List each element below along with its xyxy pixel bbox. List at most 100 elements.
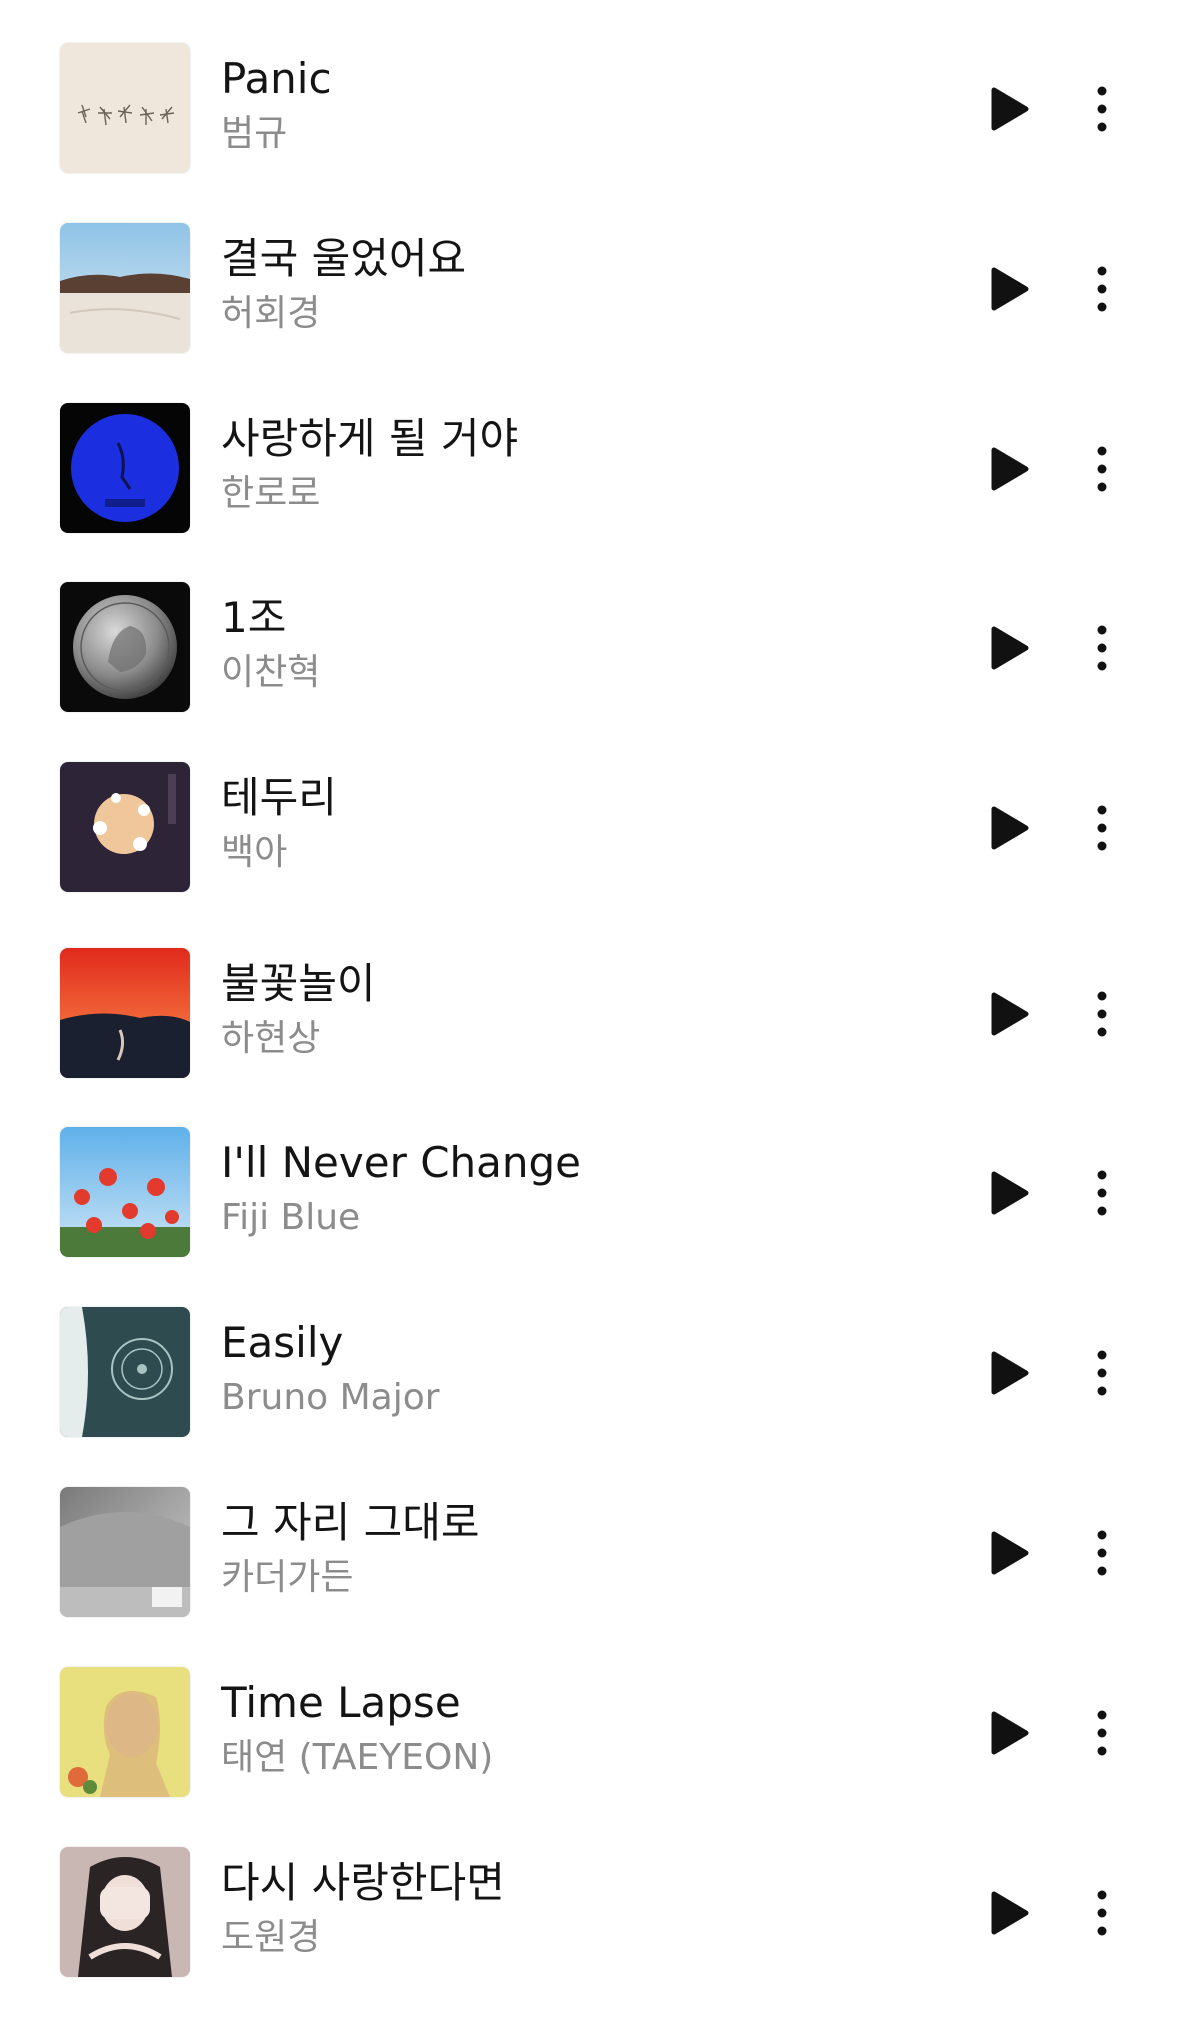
album-cover-poppies-art — [60, 1127, 190, 1257]
track-title: 사랑하게 될 거야 — [221, 414, 519, 463]
more-options-button[interactable] — [1080, 1165, 1124, 1221]
play-button[interactable] — [982, 620, 1038, 676]
track-artist: Bruno Major — [221, 1377, 440, 1418]
track-row[interactable]: 1조 이찬혁 — [0, 582, 1178, 762]
more-options-button[interactable] — [1080, 81, 1124, 137]
album-cover-desert-art — [60, 223, 190, 353]
more-options-button[interactable] — [1080, 986, 1124, 1042]
play-icon — [991, 806, 1029, 850]
play-button[interactable] — [982, 1705, 1038, 1761]
play-icon — [991, 267, 1029, 311]
album-cover-portrait-hands-art — [60, 1847, 190, 1977]
more-vertical-icon — [1097, 991, 1107, 1037]
track-title: Easily — [221, 1318, 344, 1367]
more-options-button[interactable] — [1080, 1705, 1124, 1761]
more-options-button[interactable] — [1080, 261, 1124, 317]
play-button[interactable] — [982, 800, 1038, 856]
track-artist: 백아 — [221, 832, 288, 873]
track-row[interactable]: Time Lapse 태연 (TAEYEON) — [0, 1667, 1178, 1847]
track-title: Time Lapse — [221, 1678, 461, 1727]
track-row[interactable]: Panic 범규 — [0, 43, 1178, 223]
album-cover-panic-art — [60, 43, 190, 173]
album-cover-blue-circle-art — [60, 403, 190, 533]
play-icon — [991, 1711, 1029, 1755]
play-icon — [991, 447, 1029, 491]
track-title: 결국 울었어요 — [221, 234, 467, 283]
more-vertical-icon — [1097, 86, 1107, 132]
track-artist: 도원경 — [221, 1917, 321, 1958]
play-icon — [991, 87, 1029, 131]
album-cover-grey-room-art — [60, 1487, 190, 1617]
track-row[interactable]: 다시 사랑한다면 도원경 — [0, 1847, 1178, 2027]
album-cover-panic[interactable] — [60, 43, 190, 173]
more-options-button[interactable] — [1080, 1525, 1124, 1581]
track-row[interactable]: Easily Bruno Major — [0, 1307, 1178, 1487]
play-button[interactable] — [982, 261, 1038, 317]
track-title: 테두리 — [221, 773, 337, 822]
track-row[interactable]: 사랑하게 될 거야 한로로 — [0, 403, 1178, 583]
more-options-button[interactable] — [1080, 441, 1124, 497]
more-vertical-icon — [1097, 1710, 1107, 1756]
play-icon — [991, 1891, 1029, 1935]
track-row[interactable]: 결국 울었어요 허회경 — [0, 223, 1178, 403]
more-vertical-icon — [1097, 625, 1107, 671]
more-options-button[interactable] — [1080, 1885, 1124, 1941]
album-cover-red-sky-art — [60, 948, 190, 1078]
track-title: 다시 사랑한다면 — [221, 1858, 505, 1907]
album-cover-coin-art — [60, 582, 190, 712]
play-button[interactable] — [982, 441, 1038, 497]
play-button[interactable] — [982, 1525, 1038, 1581]
track-row[interactable]: I'll Never Change Fiji Blue — [0, 1127, 1178, 1307]
track-artist: 범규 — [221, 113, 288, 154]
play-icon — [991, 1351, 1029, 1395]
album-cover-moon-flowers-art — [60, 762, 190, 892]
play-icon — [991, 1171, 1029, 1215]
album-cover-blue-circle[interactable] — [60, 403, 190, 533]
track-title: 그 자리 그대로 — [221, 1498, 480, 1547]
track-artist: 카더가든 — [221, 1557, 354, 1598]
track-title: I'll Never Change — [221, 1138, 581, 1187]
track-title: 불꽃놀이 — [221, 959, 376, 1008]
album-cover-red-sky[interactable] — [60, 948, 190, 1078]
track-list: Panic 범규 결국 울었어요 허회경 사랑하게 될 거야 한로로 1조 이찬… — [0, 0, 1178, 2026]
track-title: Panic — [221, 54, 332, 103]
more-vertical-icon — [1097, 805, 1107, 851]
album-cover-portrait-yellow-art — [60, 1667, 190, 1797]
album-cover-portrait-hands[interactable] — [60, 1847, 190, 1977]
play-button[interactable] — [982, 1345, 1038, 1401]
track-artist: 한로로 — [221, 473, 321, 514]
album-cover-teal-clock-art — [60, 1307, 190, 1437]
album-cover-coin[interactable] — [60, 582, 190, 712]
album-cover-grey-room[interactable] — [60, 1487, 190, 1617]
play-button[interactable] — [982, 1165, 1038, 1221]
track-row[interactable]: 그 자리 그대로 카더가든 — [0, 1487, 1178, 1667]
album-cover-poppies[interactable] — [60, 1127, 190, 1257]
track-title: 1조 — [221, 593, 287, 642]
more-options-button[interactable] — [1080, 1345, 1124, 1401]
track-artist: 이찬혁 — [221, 652, 321, 693]
more-options-button[interactable] — [1080, 620, 1124, 676]
play-button[interactable] — [982, 1885, 1038, 1941]
album-cover-moon-flowers[interactable] — [60, 762, 190, 892]
track-artist: Fiji Blue — [221, 1197, 361, 1238]
more-vertical-icon — [1097, 266, 1107, 312]
track-artist: 태연 (TAEYEON) — [221, 1737, 494, 1778]
track-row[interactable]: 불꽃놀이 하현상 — [0, 948, 1178, 1128]
album-cover-desert[interactable] — [60, 223, 190, 353]
more-vertical-icon — [1097, 446, 1107, 492]
more-vertical-icon — [1097, 1170, 1107, 1216]
track-artist: 허회경 — [221, 293, 321, 334]
play-icon — [991, 1531, 1029, 1575]
album-cover-portrait-yellow[interactable] — [60, 1667, 190, 1797]
track-row[interactable]: 테두리 백아 — [0, 762, 1178, 942]
play-button[interactable] — [982, 986, 1038, 1042]
more-vertical-icon — [1097, 1350, 1107, 1396]
more-vertical-icon — [1097, 1890, 1107, 1936]
more-vertical-icon — [1097, 1530, 1107, 1576]
track-artist: 하현상 — [221, 1018, 321, 1059]
play-icon — [991, 626, 1029, 670]
play-icon — [991, 992, 1029, 1036]
play-button[interactable] — [982, 81, 1038, 137]
more-options-button[interactable] — [1080, 800, 1124, 856]
album-cover-teal-clock[interactable] — [60, 1307, 190, 1437]
